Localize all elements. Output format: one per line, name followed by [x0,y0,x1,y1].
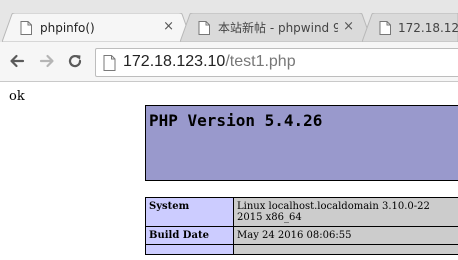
tab-title: 本站新帖 - phpwind 9 [218,21,338,35]
url-host: 172.18.123.10 [123,53,226,70]
reload-button[interactable] [64,50,86,72]
php-info-table: System Linux localhost.localdomain 3.10.… [145,197,458,255]
tab-172-18-123[interactable]: 172.18.123 [362,13,458,42]
tab-phpwind[interactable]: 本站新帖 - phpwind 9 × [180,13,372,42]
tab-close-icon[interactable]: × [343,20,354,33]
php-version-header: PHP Version 5.4.26 [145,105,458,181]
toolbar: 172.18.123.10/test1.php [0,42,458,82]
tab-title: 172.18.123 [397,20,458,35]
row-value-line: Linux localhost.localdomain 3.10.0-22 [237,201,430,212]
table-row: Build Date May 24 2016 08:06:55 [145,226,458,245]
row-value [233,244,458,255]
reload-icon [68,54,82,68]
address-bar[interactable]: 172.18.123.10/test1.php [95,48,458,77]
url-text: 172.18.123.10/test1.php [123,53,296,71]
back-button[interactable] [6,50,28,72]
forward-button[interactable] [36,50,58,72]
php-version-title: PHP Version 5.4.26 [149,111,323,130]
row-key: System [145,197,234,227]
table-row: System Linux localhost.localdomain 3.10.… [145,197,458,227]
row-key [145,244,234,255]
table-row [145,244,458,255]
tab-phpinfo[interactable]: phpinfo() × [2,13,192,42]
document-icon [196,20,212,36]
url-path: /test1.php [225,53,296,70]
page-content: ok PHP Version 5.4.26 System Linux local… [0,83,458,260]
back-arrow-icon [10,54,25,68]
row-value-line: 2015 x86_64 [237,212,302,223]
tab-title: phpinfo() [40,20,95,35]
forward-arrow-icon [39,54,54,68]
tab-strip: phpinfo() × 本站新帖 - phpwind 9 × 172.18.12… [0,0,458,42]
row-value: Linux localhost.localdomain 3.10.0-22 201… [233,197,458,227]
row-value: May 24 2016 08:06:55 [233,226,458,245]
document-icon [18,20,34,36]
tab-close-icon[interactable]: × [163,20,174,33]
ok-text: ok [9,89,25,104]
document-icon [378,20,392,36]
row-key: Build Date [145,226,234,245]
page-info-icon[interactable] [103,55,116,76]
